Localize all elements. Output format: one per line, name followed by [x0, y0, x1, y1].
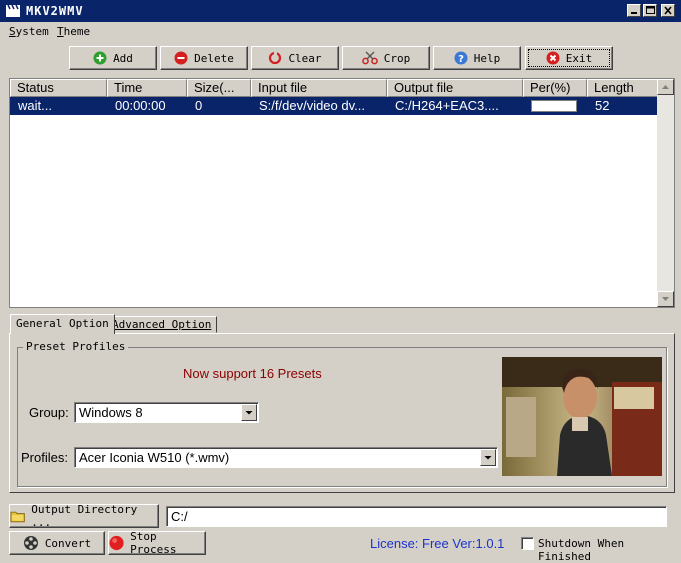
- clear-icon: [269, 51, 282, 65]
- help-button[interactable]: ? Help: [433, 46, 521, 70]
- chevron-down-icon: [484, 456, 492, 460]
- scroll-up-button[interactable]: [657, 79, 674, 95]
- shutdown-checkbox[interactable]: [521, 537, 534, 550]
- column-header-input[interactable]: Input file: [251, 79, 387, 97]
- column-header-length[interactable]: Length: [587, 79, 658, 97]
- preset-count-text: Now support 16 Presets: [183, 366, 322, 381]
- cell-length: 52: [595, 98, 610, 113]
- maximize-icon: [646, 6, 655, 14]
- output-directory-button[interactable]: Output Directory ...: [9, 503, 159, 529]
- convert-button[interactable]: Convert: [9, 531, 105, 555]
- tab-general-option[interactable]: General Option: [10, 314, 115, 334]
- column-header-time[interactable]: Time: [107, 79, 187, 97]
- column-header-status[interactable]: Status: [10, 79, 107, 97]
- svg-text:?: ?: [458, 54, 464, 65]
- arrow-up-icon: [662, 85, 669, 89]
- clapperboard-icon: [6, 4, 20, 17]
- output-directory-field[interactable]: C:/: [166, 506, 667, 527]
- group-label: Group:: [29, 405, 69, 420]
- clear-button[interactable]: Clear: [251, 46, 339, 70]
- shutdown-label: Shutdown When Finished: [538, 537, 625, 563]
- scroll-down-button[interactable]: [657, 291, 674, 307]
- profiles-select[interactable]: Acer Iconia W510 (*.wmv): [74, 447, 498, 468]
- delete-icon: [174, 51, 188, 65]
- title-bar[interactable]: MKV2WMV: [0, 0, 681, 22]
- cell-input-file: S:/f/dev/video dv...: [259, 98, 365, 113]
- column-header-output[interactable]: Output file: [387, 79, 523, 97]
- minimize-button[interactable]: [627, 4, 641, 17]
- help-icon: ?: [454, 51, 468, 65]
- group-dropdown-button[interactable]: [241, 404, 257, 421]
- tab-advanced-option[interactable]: Advanced Option: [106, 316, 218, 333]
- group-select[interactable]: Windows 8: [74, 402, 259, 423]
- profiles-dropdown-button[interactable]: [480, 449, 496, 466]
- profiles-label: Profiles:: [21, 450, 68, 465]
- cell-time: 00:00:00: [115, 98, 166, 113]
- license-text: License: Free Ver:1.0.1: [370, 536, 505, 551]
- menu-theme[interactable]: Theme: [57, 25, 90, 38]
- cell-output-file: C:/H264+EAC3....: [395, 98, 499, 113]
- close-button[interactable]: [661, 4, 675, 17]
- chevron-down-icon: [245, 411, 253, 415]
- window-title: MKV2WMV: [26, 4, 84, 18]
- stop-process-button[interactable]: Stop Process: [108, 530, 206, 556]
- add-icon: [93, 51, 107, 65]
- column-header-per[interactable]: Per(%): [523, 79, 587, 97]
- menu-bar: System Theme: [0, 22, 681, 42]
- arrow-down-icon: [662, 297, 669, 301]
- preset-group-title: Preset Profiles: [23, 340, 129, 353]
- exit-button[interactable]: Exit: [525, 46, 613, 70]
- table-row[interactable]: wait... 00:00:00 0 S:/f/dev/video dv... …: [10, 97, 658, 115]
- add-button[interactable]: Add: [69, 46, 157, 70]
- column-header-size[interactable]: Size(...: [187, 79, 251, 97]
- cell-size: 0: [195, 98, 203, 113]
- minimize-icon: [631, 12, 637, 14]
- job-list[interactable]: Status Time Size(... Input file Output f…: [9, 78, 675, 308]
- delete-button[interactable]: Delete: [160, 46, 248, 70]
- scissors-icon: [361, 51, 378, 65]
- crop-button[interactable]: Crop: [342, 46, 430, 70]
- film-reel-icon: [23, 536, 38, 550]
- close-icon: [664, 6, 672, 15]
- vertical-scrollbar[interactable]: [657, 79, 674, 307]
- cell-status: wait...: [18, 98, 52, 113]
- progress-bar: [531, 100, 577, 112]
- exit-icon: [546, 51, 560, 65]
- menu-system[interactable]: System: [9, 25, 49, 38]
- stop-icon: [109, 535, 124, 551]
- maximize-button[interactable]: [643, 4, 657, 17]
- folder-icon: [10, 511, 25, 523]
- video-preview-thumbnail: [502, 357, 662, 476]
- table-header: Status Time Size(... Input file Output f…: [10, 79, 658, 97]
